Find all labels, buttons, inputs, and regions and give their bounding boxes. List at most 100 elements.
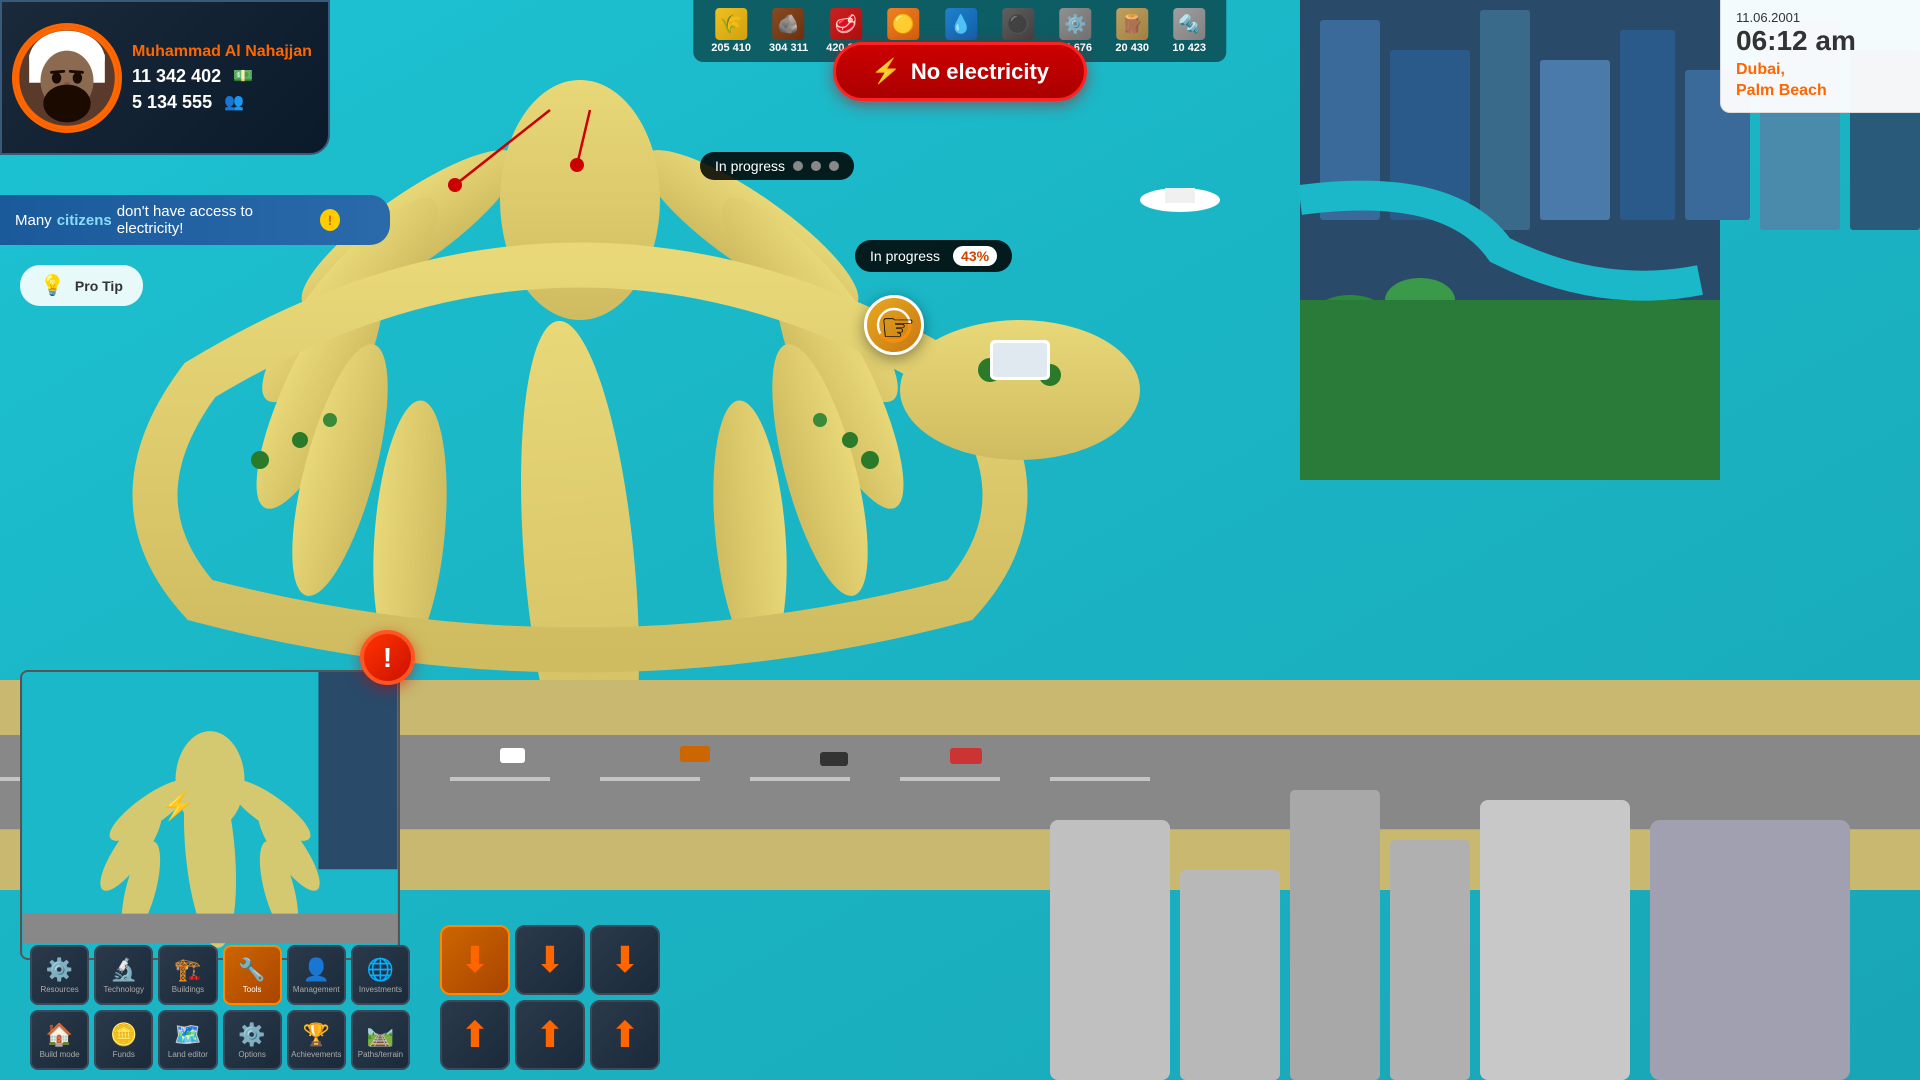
buildings-label: Buildings: [172, 986, 204, 994]
money-value: 11 342 402: [132, 66, 221, 87]
toolbar-tools[interactable]: 🔧 Tools: [223, 945, 282, 1005]
date-panel: 11.06.2001 06:12 am Dubai, Palm Beach: [1720, 0, 1920, 113]
build-btn-lower-1[interactable]: ⬇: [440, 925, 510, 995]
raise-terrain-icon-3: ⬆: [610, 1014, 640, 1056]
resources-label: Resources: [40, 986, 78, 994]
options-label: Options: [238, 1051, 266, 1059]
toolbar-buildings[interactable]: 🏗️ Buildings: [158, 945, 217, 1005]
construction-marker[interactable]: [864, 295, 924, 355]
toolbar-funds[interactable]: 🪙 Funds: [94, 1010, 153, 1070]
in-progress-dot-2: [811, 161, 821, 171]
lightning-icon: ⚡: [871, 57, 901, 86]
build-btn-raise-2[interactable]: ⬆: [515, 1000, 585, 1070]
in-progress-badge-1[interactable]: In progress: [700, 152, 854, 180]
achievements-icon: 🏆: [303, 1022, 330, 1048]
resource-item-1: 🪨 304 311: [761, 5, 816, 57]
money-row: 11 342 402 💵: [132, 66, 312, 87]
toolbar-build-mode[interactable]: 🏠 Build mode: [30, 1010, 89, 1070]
resource-value-1: 304 311: [769, 42, 808, 54]
land-editor-icon: 🗺️: [174, 1022, 201, 1048]
warning-text-before: Many: [15, 212, 52, 229]
paths-icon: 🛤️: [367, 1022, 394, 1048]
options-icon: ⚙️: [238, 1022, 265, 1048]
warning-exclamation-icon: !: [320, 209, 340, 231]
svg-text:⚡: ⚡: [161, 789, 195, 822]
bottom-toolbar: ⚙️ Resources 🔬 Technology 🏗️ Buildings 🔧…: [20, 935, 420, 1080]
resource-icon-8: 🔩: [1173, 8, 1205, 40]
date-text: 11.06.2001: [1736, 10, 1905, 25]
warning-citizens: citizens: [57, 212, 112, 229]
toolbar-technology[interactable]: 🔬 Technology: [94, 945, 153, 1005]
funds-label: Funds: [113, 1051, 135, 1059]
population-row: 5 134 555 👥: [132, 92, 312, 113]
population-value: 5 134 555: [132, 92, 212, 113]
toolbar-row-2: 🏠 Build mode 🪙 Funds 🗺️ Land editor ⚙️ O…: [30, 1010, 410, 1070]
toolbar-achievements[interactable]: 🏆 Achievements: [287, 1010, 346, 1070]
land-editor-label: Land editor: [168, 1051, 208, 1059]
management-label: Management: [293, 986, 340, 994]
build-mode-label: Build mode: [40, 1051, 80, 1059]
bulb-icon: 💡: [40, 273, 65, 298]
minimap-svg: ⚡: [22, 672, 398, 958]
money-icon: 💵: [229, 66, 257, 86]
build-btn-raise-1[interactable]: ⬆: [440, 1000, 510, 1070]
population-icon: 👥: [220, 92, 248, 112]
no-electricity-button[interactable]: ⚡ No electricity: [833, 42, 1087, 101]
resource-icon-6: ⚙️: [1059, 8, 1091, 40]
in-progress-label-1: In progress: [715, 158, 785, 174]
resource-icon-5: ⚫: [1002, 8, 1034, 40]
build-btn-lower-3[interactable]: ⬇: [590, 925, 660, 995]
resource-icon-0: 🌾: [715, 8, 747, 40]
avatar-svg: [15, 26, 119, 130]
toolbar-management[interactable]: 👤 Management: [287, 945, 346, 1005]
investments-label: Investments: [359, 986, 402, 994]
toolbar-investments[interactable]: 🌐 Investments: [351, 945, 410, 1005]
in-progress-dot-3: [829, 161, 839, 171]
build-btn-lower-2[interactable]: ⬇: [515, 925, 585, 995]
toolbar-resources[interactable]: ⚙️ Resources: [30, 945, 89, 1005]
raise-terrain-icon-1: ⬆: [460, 1014, 490, 1056]
warning-banner: Many citizens don't have access to elect…: [0, 195, 390, 245]
no-electricity-label: No electricity: [911, 59, 1049, 85]
lower-terrain-icon-3: ⬇: [610, 939, 640, 981]
error-marker[interactable]: !: [360, 630, 415, 685]
minimap[interactable]: ⚡: [20, 670, 400, 960]
paths-label: Paths/terrain: [358, 1051, 403, 1059]
build-mode-icon: 🏠: [46, 1022, 73, 1048]
raise-terrain-icon-2: ⬆: [535, 1014, 565, 1056]
location-line1: Dubai,: [1736, 61, 1785, 78]
resource-icon-3: 🟡: [887, 8, 919, 40]
pro-tip-button[interactable]: 💡 Pro Tip: [20, 265, 143, 306]
tools-icon: 🔧: [238, 957, 265, 983]
resource-value-0: 205 410: [711, 42, 751, 54]
technology-icon: 🔬: [110, 957, 137, 983]
lower-terrain-icon-1: ⬇: [460, 939, 490, 981]
lower-terrain-icon-2: ⬇: [535, 939, 565, 981]
resource-item-0: 🌾 205 410: [703, 5, 759, 57]
warning-text-after: don't have access to electricity!: [117, 203, 307, 237]
resource-value-7: 20 430: [1115, 42, 1149, 54]
management-icon: 👤: [303, 957, 330, 983]
time-text: 06:12 am: [1736, 27, 1905, 55]
build-row-2: ⬆ ⬆ ⬆: [440, 1000, 660, 1070]
resources-icon: ⚙️: [46, 957, 73, 983]
resource-item-8: 🔩 10 423: [1162, 5, 1217, 57]
in-progress-badge-2[interactable]: In progress 43%: [855, 240, 1012, 272]
in-progress-label-2: In progress: [870, 248, 940, 264]
resource-icon-7: 🪵: [1116, 8, 1148, 40]
resource-icon-4: 💧: [945, 8, 977, 40]
in-progress-dot-1: [793, 161, 803, 171]
resource-icon-2: 🥩: [830, 8, 862, 40]
toolbar-options[interactable]: ⚙️ Options: [223, 1010, 282, 1070]
build-btn-raise-3[interactable]: ⬆: [590, 1000, 660, 1070]
avatar: [12, 23, 122, 133]
buildings-icon: 🏗️: [174, 957, 201, 983]
player-panel: Muhammad Al Nahajjan 11 342 402 💵 5 134 …: [0, 0, 330, 155]
location-text: Dubai, Palm Beach: [1736, 60, 1905, 102]
toolbar-row-1: ⚙️ Resources 🔬 Technology 🏗️ Buildings 🔧…: [30, 945, 410, 1005]
technology-label: Technology: [104, 986, 144, 994]
toolbar-paths[interactable]: 🛤️ Paths/terrain: [351, 1010, 410, 1070]
player-name: Muhammad Al Nahajjan: [132, 43, 312, 61]
toolbar-land-editor[interactable]: 🗺️ Land editor: [158, 1010, 217, 1070]
build-tools-panel: ⬇ ⬇ ⬇ ⬆ ⬆ ⬆: [430, 915, 670, 1080]
